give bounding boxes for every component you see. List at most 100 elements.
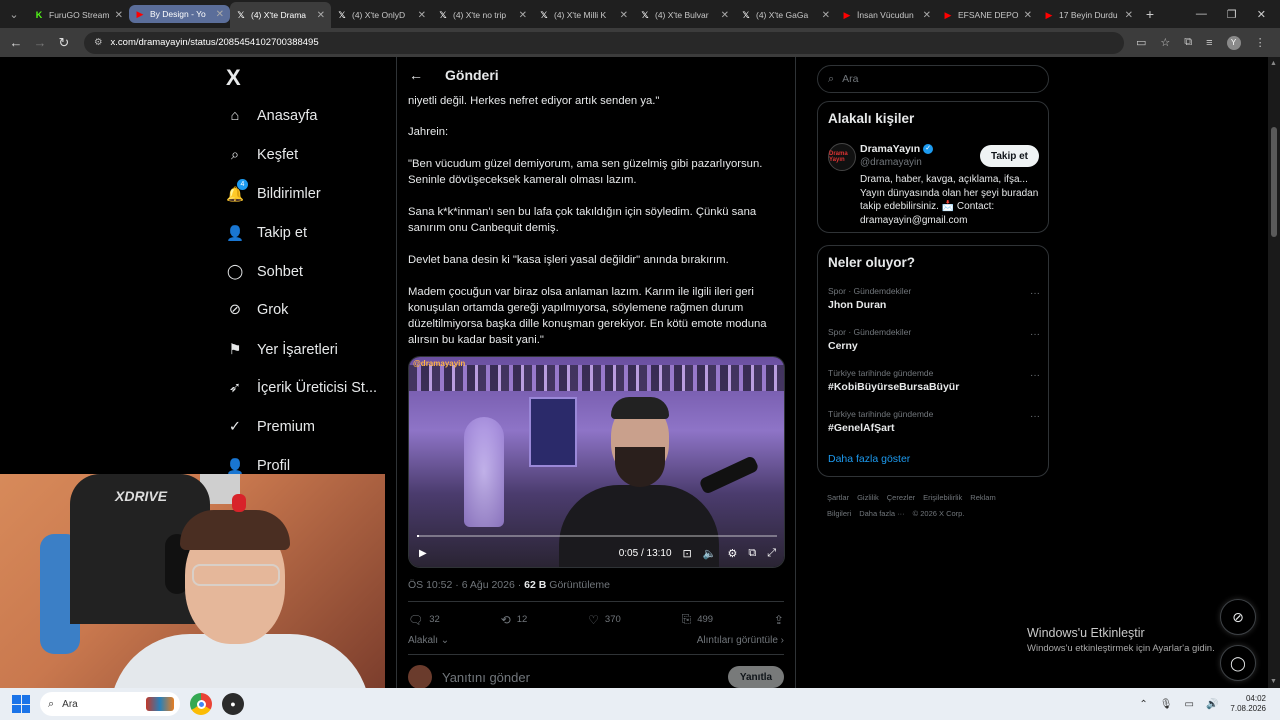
close-tab-icon[interactable]: ✕ xyxy=(519,10,527,21)
video-player[interactable]: @dramayayin ▶ 0:05 / 13:10 ⊡ 🔈 ⚙ ⧉ ⤢ xyxy=(408,356,785,568)
browser-tab[interactable]: 𝕏 (4) X'te Milli K ✕ xyxy=(533,2,634,28)
url-bar[interactable]: ⚙ x.com/dramayayin/status/20854541027003… xyxy=(84,31,1124,54)
reply-submit-button[interactable]: Yanıtla xyxy=(728,666,784,688)
site-info-icon[interactable]: ⚙ xyxy=(94,37,103,48)
close-tab-icon[interactable]: ✕ xyxy=(620,10,628,21)
windows-start-icon[interactable] xyxy=(12,695,30,713)
browser-tab[interactable]: ▶ By Design - Yo ✕ xyxy=(129,5,230,23)
nav-item-premium[interactable]: ✓ Premium xyxy=(226,418,315,436)
browser-menu-icon[interactable]: ⋮ xyxy=(1255,36,1266,49)
taskbar-search[interactable]: ⌕ Ara xyxy=(40,692,180,716)
dramayayin-avatar[interactable]: Drama Yayın xyxy=(828,143,856,171)
close-window-icon[interactable]: ✕ xyxy=(1257,8,1266,21)
scroll-up-icon[interactable]: ▲ xyxy=(1270,60,1277,67)
star-icon[interactable]: ☆ xyxy=(1160,36,1170,49)
reply-input[interactable]: Yanıtını gönder xyxy=(442,670,728,685)
close-tab-icon[interactable]: ✕ xyxy=(216,9,224,20)
microphone-icon[interactable]: 🎙 xyxy=(1160,699,1173,710)
close-tab-icon[interactable]: ✕ xyxy=(1024,10,1032,21)
browser-tab[interactable]: ▶ 17 Beyin Durdu ✕ xyxy=(1038,2,1139,28)
browser-tab[interactable]: ▶ EFSANE DEPO ✕ xyxy=(937,2,1038,28)
like-button[interactable]: ♡ 370 xyxy=(588,612,621,627)
nav-item-bell[interactable]: 🔔 4 Bildirimler xyxy=(226,179,321,203)
trend-item[interactable]: Spor · Gündemdekiler Cerny ··· xyxy=(828,327,1040,352)
chrome-taskbar-icon[interactable] xyxy=(190,693,212,715)
footer-link[interactable]: Erişilebilirlik xyxy=(923,493,962,502)
messages-fab-icon[interactable]: ◯ xyxy=(1220,645,1256,681)
x-logo-icon[interactable]: X xyxy=(226,65,241,91)
bookmark-button[interactable]: ⎘ 499 xyxy=(682,612,713,627)
browser-tab[interactable]: 𝕏 (4) X'te Bulvar ✕ xyxy=(634,2,735,28)
close-tab-icon[interactable]: ✕ xyxy=(822,10,830,21)
page-scrollbar[interactable]: ▲ ▼ xyxy=(1268,57,1280,688)
nav-item-home[interactable]: ⌂ Anasayfa xyxy=(226,107,318,125)
speaker-icon[interactable]: 🔊 xyxy=(1206,699,1218,710)
pip-icon[interactable]: ⧉ xyxy=(748,547,756,560)
browser-tab[interactable]: 𝕏 (4) X'te no trip ✕ xyxy=(432,2,533,28)
media-icon[interactable]: ≡ xyxy=(1206,37,1212,49)
nav-item-chat[interactable]: ◯ Sohbet xyxy=(226,263,303,281)
more-options-icon[interactable]: ··· xyxy=(1030,370,1040,381)
extensions-icon[interactable]: ⧉ xyxy=(1184,36,1192,49)
nav-item-rocket[interactable]: ➶ İçerik Üreticisi St... xyxy=(226,379,377,397)
share-button[interactable]: ⇪ xyxy=(774,612,784,627)
volume-icon[interactable]: 🔈 xyxy=(703,547,717,560)
browser-tab[interactable]: 𝕏 (4) X'te Drama ✕ xyxy=(230,2,331,28)
scrollbar-thumb[interactable] xyxy=(1271,127,1277,237)
more-options-icon[interactable]: ··· xyxy=(1030,288,1040,299)
follow-button[interactable]: Takip et xyxy=(980,145,1039,167)
close-tab-icon[interactable]: ✕ xyxy=(418,10,426,21)
grok-fab-icon[interactable]: ⊘ xyxy=(1220,599,1256,635)
trend-item[interactable]: Türkiye tarihinde gündemde #KobiBüyürseBu… xyxy=(828,368,1040,393)
person-name[interactable]: DramaYayın ✓ xyxy=(860,143,934,155)
minimize-icon[interactable]: — xyxy=(1196,8,1207,21)
new-tab-button[interactable]: + xyxy=(1139,6,1161,22)
more-options-icon[interactable]: ··· xyxy=(1030,329,1040,340)
captions-icon[interactable]: ⊡ xyxy=(683,547,692,560)
close-tab-icon[interactable]: ✕ xyxy=(115,10,123,21)
footer-link[interactable]: Daha fazla ··· xyxy=(859,509,904,518)
scroll-down-icon[interactable]: ▼ xyxy=(1270,678,1277,685)
nav-item-search[interactable]: ⌕ Keşfet xyxy=(226,146,298,164)
settings-icon[interactable]: ⚙ xyxy=(727,547,737,560)
browser-profile-avatar[interactable]: Y xyxy=(1226,35,1241,50)
obs-taskbar-icon[interactable]: ● xyxy=(222,693,244,715)
repost-button[interactable]: ⟲ 12 xyxy=(501,612,528,627)
related-dropdown[interactable]: Alakalı ⌄ xyxy=(408,635,449,646)
video-progress-bar[interactable] xyxy=(417,535,777,537)
browser-tab[interactable]: K FuruGO Stream ✕ xyxy=(28,2,129,28)
maximize-icon[interactable]: ❐ xyxy=(1227,8,1237,21)
close-tab-icon[interactable]: ✕ xyxy=(721,10,729,21)
play-icon[interactable]: ▶ xyxy=(419,548,427,559)
tab-search-icon[interactable]: ⌄ xyxy=(0,0,28,28)
close-tab-icon[interactable]: ✕ xyxy=(923,10,931,21)
fullscreen-icon[interactable]: ⤢ xyxy=(767,547,776,560)
close-tab-icon[interactable]: ✕ xyxy=(317,10,325,21)
close-tab-icon[interactable]: ✕ xyxy=(1125,10,1133,21)
network-icon[interactable]: ▭ xyxy=(1185,699,1194,710)
footer-link[interactable]: © 2026 X Corp. xyxy=(913,509,965,518)
show-more-link[interactable]: Daha fazla göster xyxy=(828,453,910,465)
footer-link[interactable]: Gizlilik xyxy=(857,493,879,502)
trend-item[interactable]: Spor · Gündemdekiler Jhon Duran ··· xyxy=(828,286,1040,311)
more-options-icon[interactable]: ··· xyxy=(1030,411,1040,422)
nav-item-profile[interactable]: 👤 Profil xyxy=(226,457,290,475)
footer-link[interactable]: Çerezler xyxy=(887,493,915,502)
nav-item-bookmark[interactable]: ⚑ Yer İşaretleri xyxy=(226,341,338,359)
back-arrow-icon[interactable]: ← xyxy=(409,67,423,83)
reload-icon[interactable]: ↻ xyxy=(52,35,76,51)
tray-chevron-icon[interactable]: ⌃ xyxy=(1139,699,1147,710)
nav-item-follow[interactable]: 👤 Takip et xyxy=(226,224,307,242)
browser-tab[interactable]: 𝕏 (4) X'te OnlyD ✕ xyxy=(331,2,432,28)
taskbar-clock[interactable]: 04:02 7.08.2026 xyxy=(1230,694,1266,714)
search-input[interactable]: ⌕ Ara xyxy=(817,65,1049,93)
cast-icon[interactable]: ▭ xyxy=(1136,36,1146,49)
nav-item-grok[interactable]: ⊘ Grok xyxy=(226,301,289,319)
browser-tab[interactable]: 𝕏 (4) X'te GaGa ✕ xyxy=(735,2,836,28)
view-quotes-link[interactable]: Alıntıları görüntüle › xyxy=(697,635,784,646)
back-icon[interactable]: ← xyxy=(4,35,28,50)
forward-icon[interactable]: → xyxy=(28,35,52,50)
reply-button[interactable]: 🗨 32 xyxy=(408,612,440,627)
footer-link[interactable]: Şartlar xyxy=(827,493,849,502)
browser-tab[interactable]: ▶ İnsan Vücudun ✕ xyxy=(836,2,937,28)
